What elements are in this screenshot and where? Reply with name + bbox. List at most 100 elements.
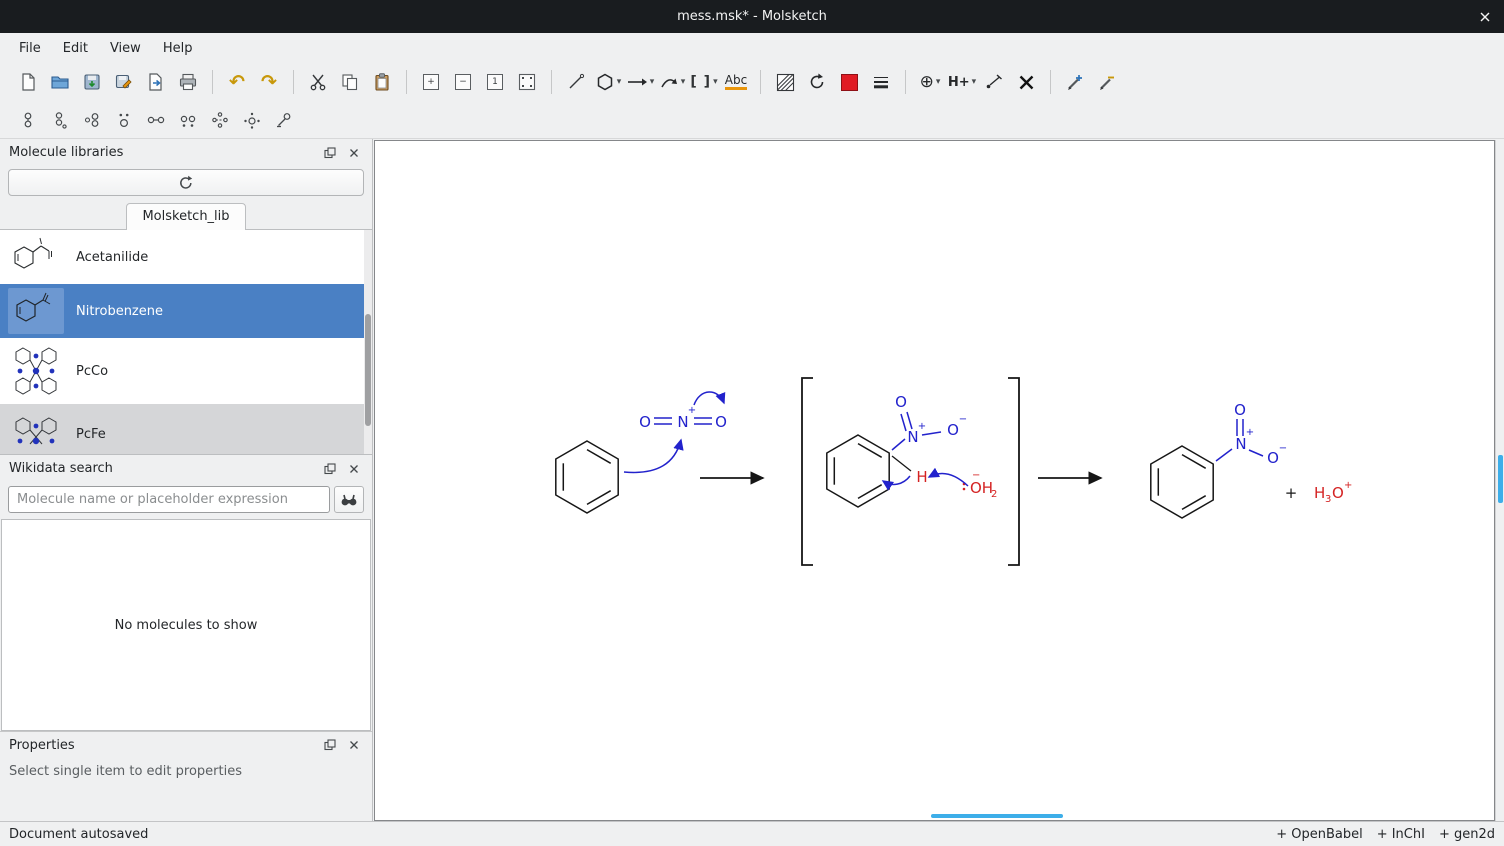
menu-view[interactable]: View — [99, 36, 152, 61]
pen-minus-icon — [1097, 72, 1117, 92]
rotate-tool[interactable] — [802, 67, 832, 97]
undo-button[interactable]: ↶ — [222, 67, 252, 97]
molecule-toolbar — [0, 101, 1504, 139]
svg-text:O: O — [895, 393, 907, 411]
library-list-scrollbar[interactable] — [364, 230, 372, 454]
electron-arrow-deprotonation[interactable] — [929, 474, 968, 486]
redo-icon: ↷ — [261, 73, 277, 92]
close-panel-button[interactable] — [345, 736, 363, 754]
print-button[interactable] — [173, 67, 203, 97]
wikidata-search-input[interactable] — [8, 486, 330, 513]
add-hydrogen-tool[interactable]: H+ ▾ — [947, 67, 977, 97]
close-icon — [349, 740, 359, 750]
zoom-out-button[interactable]: − — [448, 67, 478, 97]
svg-text:−: − — [972, 470, 980, 481]
save-as-button[interactable] — [109, 67, 139, 97]
hydronium-ion[interactable]: H 3 O + — [1314, 480, 1352, 505]
wikidata-search-button[interactable] — [334, 486, 364, 513]
draw-bond-tool[interactable] — [561, 67, 591, 97]
drawing-canvas[interactable]: O N + O N + — [374, 140, 1495, 821]
zoom-fit-button[interactable] — [512, 67, 542, 97]
line-width-icon — [872, 74, 890, 90]
nitrobenzene-structure-thumbnail — [8, 288, 64, 334]
vertical-scrollbar[interactable] — [1495, 140, 1504, 821]
arenium-intermediate[interactable]: N + O O − H — [827, 393, 967, 507]
zoom-original-button[interactable]: 1 — [480, 67, 510, 97]
library-item-pcco[interactable]: PcCo — [0, 338, 372, 404]
save-button[interactable] — [77, 67, 107, 97]
menu-help[interactable]: Help — [152, 36, 204, 61]
wikidata-search-row — [0, 482, 372, 519]
float-panel-button[interactable] — [321, 460, 339, 478]
draw-mechanism-arrow-tool[interactable]: ▾ — [657, 67, 687, 97]
new-document-icon — [18, 72, 38, 92]
redo-button[interactable]: ↷ — [254, 67, 284, 97]
molecule-tool-1[interactable] — [13, 105, 43, 135]
molecule-tool-2[interactable] — [45, 105, 75, 135]
close-panel-button[interactable] — [345, 144, 363, 162]
molecule-tool-4[interactable] — [109, 105, 139, 135]
open-file-button[interactable] — [45, 67, 75, 97]
library-item-acetanilide[interactable]: Acetanilide — [0, 230, 372, 284]
horizontal-scrollbar-thumb[interactable] — [931, 814, 1063, 818]
pen-increment-tool[interactable] — [1060, 67, 1090, 97]
menu-file[interactable]: File — [8, 36, 52, 61]
svg-text:O: O — [1234, 401, 1246, 419]
nitronium-ion[interactable]: O N + O — [639, 405, 727, 431]
dropdown-arrow-icon: ▾ — [650, 77, 655, 87]
window-close-button[interactable] — [1476, 8, 1494, 26]
paste-button[interactable] — [367, 67, 397, 97]
molecule-glyph-icon — [18, 110, 38, 130]
library-item-label: PcCo — [76, 364, 108, 379]
zoom-in-button[interactable]: + — [416, 67, 446, 97]
draw-bracket-tool[interactable]: [ ] ▾ — [689, 67, 719, 97]
charge-tool[interactable]: ⊕ ▾ — [915, 67, 945, 97]
export-image-icon — [146, 72, 166, 92]
color-picker-button[interactable] — [834, 67, 864, 97]
molecule-tool-6[interactable] — [173, 105, 203, 135]
right-bracket[interactable] — [1008, 378, 1019, 565]
vertical-scrollbar-thumb[interactable] — [1498, 455, 1503, 503]
cut-button[interactable] — [303, 67, 333, 97]
library-item-pcfe[interactable]: PcFe — [0, 404, 372, 455]
hatch-pattern-icon — [776, 73, 795, 92]
nitrobenzene-product[interactable]: N + O O − — [1151, 401, 1287, 518]
float-panel-button[interactable] — [321, 736, 339, 754]
float-panel-icon — [324, 147, 336, 159]
titlebar[interactable]: mess.msk* - Molsketch — [0, 0, 1504, 33]
left-bracket[interactable] — [802, 378, 813, 565]
molecule-tool-9[interactable] — [269, 105, 299, 135]
reactant-benzene[interactable] — [556, 441, 618, 513]
library-item-nitrobenzene[interactable]: Nitrobenzene — [0, 284, 372, 338]
menu-edit[interactable]: Edit — [52, 36, 99, 61]
insert-text-tool[interactable]: Abc — [721, 67, 751, 97]
molecule-glyph-icon — [82, 110, 102, 130]
scrollbar-thumb[interactable] — [365, 314, 371, 426]
electron-arrow-nitronium[interactable] — [694, 392, 724, 405]
electron-pair-tool[interactable] — [979, 67, 1009, 97]
new-document-button[interactable] — [13, 67, 43, 97]
line-width-tool[interactable] — [866, 67, 896, 97]
copy-button[interactable] — [335, 67, 365, 97]
tab-molsketch-lib[interactable]: Molsketch_lib — [126, 203, 245, 230]
close-panel-button[interactable] — [345, 460, 363, 478]
electron-arrow-attack[interactable] — [624, 440, 681, 472]
refresh-library-button[interactable] — [8, 169, 364, 196]
draw-ring-tool[interactable]: ▾ — [593, 67, 623, 97]
hatch-fill-tool[interactable] — [770, 67, 800, 97]
export-image-button[interactable] — [141, 67, 171, 97]
clipboard-icon — [372, 72, 392, 92]
pen-decrement-tool[interactable] — [1092, 67, 1122, 97]
svg-text:OH: OH — [970, 479, 993, 497]
molecule-tool-5[interactable] — [141, 105, 171, 135]
draw-reaction-arrow-tool[interactable]: ▾ — [625, 67, 655, 97]
float-panel-button[interactable] — [321, 144, 339, 162]
svg-text:3: 3 — [1325, 494, 1331, 505]
molecule-tool-7[interactable] — [205, 105, 235, 135]
delete-tool[interactable] — [1011, 67, 1041, 97]
electron-arrow-rearomatize[interactable] — [883, 476, 910, 484]
molecule-tool-3[interactable] — [77, 105, 107, 135]
svg-text:+: + — [918, 421, 926, 432]
zoom-in-icon: + — [423, 74, 439, 90]
molecule-tool-8[interactable] — [237, 105, 267, 135]
